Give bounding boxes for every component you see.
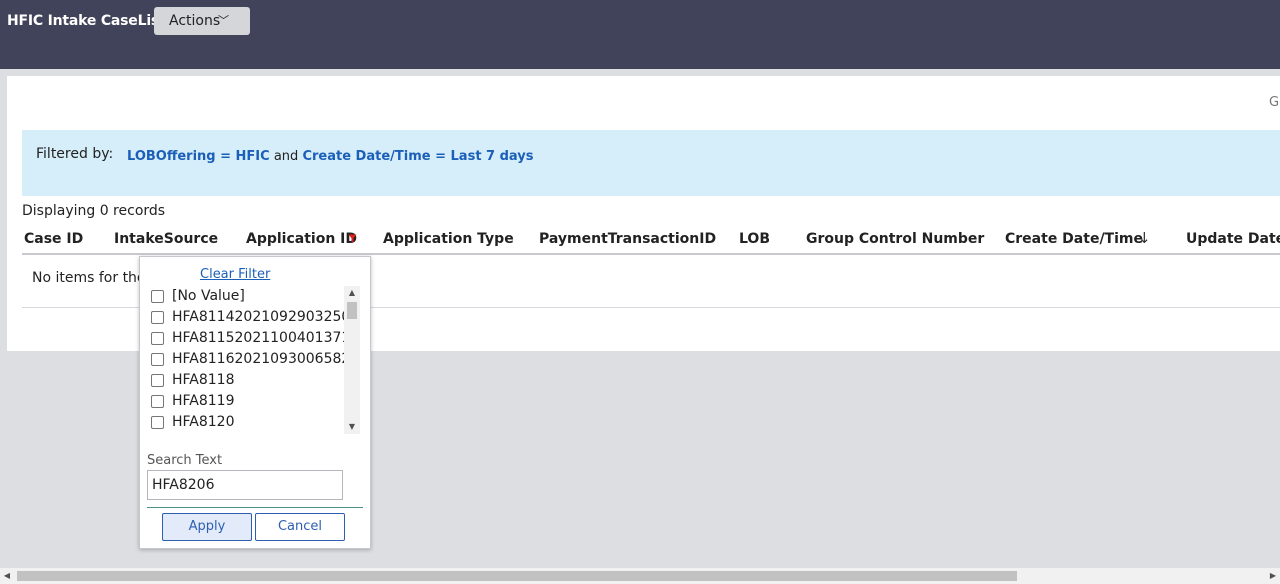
search-label: Search Text — [147, 453, 223, 468]
column-header-create-date[interactable]: Create Date/Time — [1005, 231, 1143, 247]
horizontal-scrollbar[interactable]: ◀ ▶ — [0, 568, 1280, 584]
checkbox[interactable] — [151, 310, 164, 324]
page-title: HFIC Intake CaseList — [7, 13, 166, 29]
column-header-payment-transaction-id[interactable]: PaymentTransactionID — [539, 231, 716, 247]
scroll-left-icon[interactable]: ◀ — [0, 568, 14, 584]
actions-button[interactable]: Actions ﹀ — [154, 7, 250, 35]
search-input[interactable] — [147, 470, 343, 500]
column-header-update-date[interactable]: Update Date/Time — [1186, 231, 1280, 247]
checkbox[interactable] — [151, 373, 164, 387]
filter-link-lob[interactable]: LOBOffering = HFIC — [127, 149, 270, 164]
filter-criteria: LOBOffering = HFIC and Create Date/Time … — [127, 149, 534, 164]
filter-option[interactable]: HFA8118 — [151, 370, 235, 390]
checkbox[interactable] — [151, 394, 164, 408]
filter-option[interactable]: HFA8119 — [151, 391, 235, 411]
filter-joiner: and — [273, 149, 299, 164]
filter-option[interactable]: HFA8120 — [151, 412, 235, 432]
scroll-right-icon[interactable]: ▶ — [1266, 568, 1280, 584]
apply-button[interactable]: Apply — [162, 513, 252, 541]
cancel-button[interactable]: Cancel — [255, 513, 345, 541]
column-header-intake-source[interactable]: IntakeSource — [114, 231, 218, 247]
filter-option[interactable]: [No Value] — [151, 286, 245, 306]
column-header-application-id[interactable]: Application ID — [246, 231, 357, 247]
column-header-group-control-number[interactable]: Group Control Number — [806, 231, 984, 247]
records-count: Displaying 0 records — [22, 203, 166, 219]
actions-button-label: Actions — [169, 13, 221, 29]
clear-filter-link[interactable]: Clear Filter — [200, 267, 270, 282]
column-header-case-id[interactable]: Case ID — [24, 231, 83, 247]
filter-option[interactable]: HFA811420210929032509 — [151, 307, 344, 327]
filter-options-list: [No Value] HFA811420210929032509 HFA8115… — [147, 286, 344, 434]
scroll-thumb[interactable] — [17, 571, 1017, 581]
filter-option[interactable]: HFA811520211004013718 — [151, 328, 344, 348]
filter-option-label: HFA8118 — [172, 372, 235, 388]
checkbox[interactable] — [151, 289, 164, 303]
scroll-up-icon[interactable]: ▲ — [344, 286, 360, 300]
checkbox[interactable] — [151, 352, 164, 366]
options-scrollbar[interactable]: ▲ ▼ — [344, 286, 360, 434]
checkbox[interactable] — [151, 331, 164, 345]
checkbox[interactable] — [151, 415, 164, 429]
scroll-thumb[interactable] — [347, 302, 357, 319]
popup-divider — [147, 507, 363, 508]
filter-option[interactable]: HFA811620210930065821 — [151, 349, 344, 369]
filter-option-label: HFA811620210930065821 — [172, 351, 344, 367]
filter-option-label: [No Value] — [172, 288, 245, 304]
filter-label: Filtered by: — [36, 146, 114, 162]
sort-descending-icon: ↓ — [1138, 229, 1151, 247]
filter-link-create-date[interactable]: Create Date/Time = Last 7 days — [302, 149, 533, 164]
column-header-application-type[interactable]: Application Type — [383, 231, 514, 247]
filter-icon[interactable] — [348, 234, 357, 243]
column-header-lob[interactable]: LOB — [739, 231, 770, 247]
scroll-down-icon[interactable]: ▼ — [344, 420, 360, 434]
filter-option-label: HFA8119 — [172, 393, 235, 409]
empty-message: No items for the — [32, 270, 146, 286]
go-button[interactable]: Go — [1269, 95, 1280, 110]
chevron-down-icon: ﹀ — [218, 14, 229, 27]
filter-option-label: HFA8120 — [172, 414, 235, 430]
filter-option-label: HFA811420210929032509 — [172, 309, 344, 325]
header-divider — [22, 253, 1280, 255]
filter-option-label: HFA811520211004013718 — [172, 330, 344, 346]
